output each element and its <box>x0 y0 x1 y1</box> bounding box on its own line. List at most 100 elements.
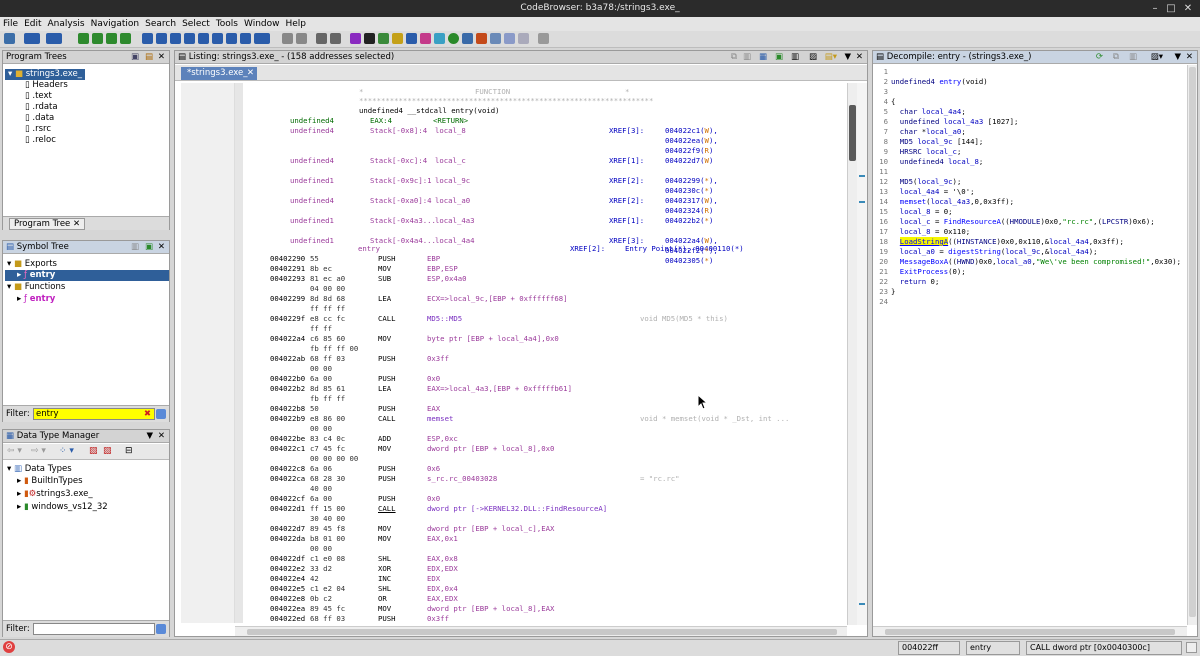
instruction-operands[interactable]: MD5::MD5 <box>427 314 462 324</box>
instruction-operands[interactable]: dword ptr [EBP + local_8],EAX <box>427 604 554 614</box>
tree-item-reloc[interactable]: ▯ .reloc <box>25 135 56 146</box>
decompiler-copy-icon[interactable]: ⧉ <box>1113 51 1119 63</box>
local-name[interactable]: local_9c <box>435 176 470 186</box>
instruction-operands[interactable]: ESP,0x4a0 <box>427 274 467 284</box>
menu-file[interactable]: File <box>0 17 21 31</box>
instruction-mnemonic[interactable]: SUB <box>378 274 391 284</box>
tree-builtin-types[interactable]: ▸ ▮ BuiltInTypes <box>17 476 83 487</box>
nav-undefined-icon[interactable] <box>106 33 117 44</box>
menu-search[interactable]: Search <box>142 17 179 31</box>
listing-flow-icon[interactable]: ▣ <box>775 51 783 63</box>
instruction-address[interactable]: 004022c1 <box>270 444 305 454</box>
tree-item-headers[interactable]: ▯ Headers <box>25 80 68 91</box>
tree-windows-types[interactable]: ▸ ▮ windows_vs12_32 <box>17 502 108 513</box>
instruction-operands[interactable]: dword ptr [EBP + local_8],0x0 <box>427 444 554 454</box>
script-manager-icon[interactable] <box>462 33 473 44</box>
local-xref[interactable]: 004022b2(*) <box>665 216 713 226</box>
clear-filter-icon[interactable]: ✖ <box>144 409 151 419</box>
menu-window[interactable]: Window <box>241 17 283 31</box>
instruction-address[interactable]: 004022b0 <box>270 374 305 384</box>
sync-icon[interactable] <box>296 33 307 44</box>
instruction-address[interactable]: 004022da <box>270 534 305 544</box>
instruction-operands[interactable]: dword ptr [->KERNEL32.DLL::FindResourceA… <box>427 504 607 514</box>
symbol-filter-input[interactable]: entry ✖ <box>33 408 155 420</box>
menu-analysis[interactable]: Analysis <box>45 17 88 31</box>
dtm-filter-input[interactable] <box>33 623 155 635</box>
decompiled-line[interactable]: local_4a4 = '\0'; <box>891 187 975 197</box>
local-name[interactable]: local_4a4 <box>435 236 475 246</box>
dtm-filter2-icon[interactable]: ▧ <box>103 446 112 456</box>
dtm-options-icon[interactable]: ⁘ ▾ <box>59 446 74 456</box>
decompiled-line[interactable]: MD5 local_9c [144]; <box>891 137 984 147</box>
instruction-mnemonic[interactable]: LEA <box>378 294 391 304</box>
instruction-mnemonic[interactable]: CALL <box>378 504 396 514</box>
nav-undefined-u-icon[interactable] <box>184 33 195 44</box>
instruction-mnemonic[interactable]: MOV <box>378 444 391 454</box>
instruction-address[interactable]: 004022b8 <box>270 404 305 414</box>
instruction-operands[interactable]: 0x6 <box>427 464 440 474</box>
instruction-mnemonic[interactable]: PUSH <box>378 614 396 624</box>
menu-tools[interactable]: Tools <box>213 17 241 31</box>
expand-right-icon[interactable]: ▸ <box>17 489 21 499</box>
dtm-close-icon[interactable]: ✕ <box>158 430 165 442</box>
decompiled-code[interactable]: 1 2 undefined4 entry(void) 3 4{5 char local_… <box>875 67 1185 625</box>
instruction-address[interactable]: 004022d7 <box>270 524 305 534</box>
maximize-icon[interactable]: □ <box>1164 0 1178 17</box>
tab-program-tree[interactable]: Program Tree ✕ <box>9 218 86 230</box>
tree-data-types[interactable]: ▾ ▥ Data Types <box>7 464 72 475</box>
decompiler-print-icon[interactable]: ▨▾ <box>1151 51 1163 63</box>
local-xref[interactable]: 00402299(*), <box>665 176 718 186</box>
instruction-address[interactable]: 004022a4 <box>270 334 305 344</box>
dtm-filter-icon[interactable]: ▧ <box>89 446 98 456</box>
listing-h-scroll-thumb[interactable] <box>247 629 837 635</box>
decompiler-scrollbar[interactable] <box>1187 65 1197 625</box>
instruction-mnemonic[interactable]: MOV <box>378 334 391 344</box>
local-name[interactable]: local_a0 <box>435 196 470 206</box>
instruction-operands[interactable]: EDX <box>427 574 440 584</box>
references-icon[interactable] <box>420 33 431 44</box>
instruction-mnemonic[interactable]: PUSH <box>378 464 396 474</box>
instruction-operands[interactable]: byte ptr [EBP + local_4a4],0x0 <box>427 334 559 344</box>
instruction-operands[interactable]: EBP,ESP <box>427 264 458 274</box>
instruction-mnemonic[interactable]: MOV <box>378 604 391 614</box>
graph-view-icon[interactable] <box>406 33 417 44</box>
close-window-icon[interactable]: ✕ <box>1181 0 1195 17</box>
tree-item-data[interactable]: ▯ .data <box>25 113 54 124</box>
instruction-address[interactable]: 004022e5 <box>270 584 305 594</box>
instruction-operands[interactable]: ECX=>local_9c,[EBP + 0xffffff68] <box>427 294 568 304</box>
program-trees-action-icon[interactable]: ▣ <box>131 51 139 63</box>
instruction-operands[interactable]: EBP <box>427 254 440 264</box>
instruction-operands[interactable]: ESP,0xc <box>427 434 458 444</box>
instruction-operands[interactable]: EDX,EDX <box>427 564 458 574</box>
listing-scroll-thumb[interactable] <box>849 105 856 161</box>
tree-functions[interactable]: ▾ ■ Functions <box>7 282 65 293</box>
instruction-mnemonic[interactable]: PUSH <box>378 474 396 484</box>
instruction-mnemonic[interactable]: SHL <box>378 584 391 594</box>
instruction-address[interactable]: 004022d1 <box>270 504 305 514</box>
instruction-mnemonic[interactable]: CALL <box>378 414 396 424</box>
local-name[interactable]: local_8 <box>435 126 466 136</box>
decompiler-h-scroll-thumb[interactable] <box>885 629 1175 635</box>
instruction-mnemonic[interactable]: MOV <box>378 534 391 544</box>
nav-function-icon[interactable] <box>142 33 153 44</box>
decompiled-line[interactable]: undefined local_4a3 [1027]; <box>891 117 1019 127</box>
nav-nonfunction-icon[interactable] <box>226 33 237 44</box>
decompiler-menu-icon[interactable]: ▼ <box>1174 51 1181 63</box>
decompiled-line[interactable]: MD5(local_9c); <box>891 177 962 187</box>
nav-bytes-icon[interactable] <box>240 33 251 44</box>
local-xref[interactable]: 00402305(*) <box>665 256 713 266</box>
instruction-operands[interactable]: memset <box>427 414 453 424</box>
instruction-mnemonic[interactable]: LEA <box>378 384 391 394</box>
decompiler-close-icon[interactable]: ✕ <box>1186 51 1193 63</box>
instruction-mnemonic[interactable]: INC <box>378 574 391 584</box>
minimize-icon[interactable]: – <box>1148 0 1162 17</box>
filter-options-icon[interactable] <box>156 409 166 419</box>
instruction-address[interactable]: 004022df <box>270 554 305 564</box>
forward-arrow-icon[interactable]: ⇨ ▾ <box>31 446 46 456</box>
instruction-address[interactable]: 004022be <box>270 434 305 444</box>
debugger-icon[interactable] <box>538 33 549 44</box>
tree-item-rdata[interactable]: ▯ .rdata <box>25 102 58 113</box>
decompiled-line[interactable]: MessageBoxA((HWND)0x0,local_a0,"We\'ve b… <box>891 257 1181 267</box>
listing-h-scrollbar[interactable] <box>235 626 847 636</box>
expand-right-icon[interactable]: ▸ <box>17 294 21 304</box>
